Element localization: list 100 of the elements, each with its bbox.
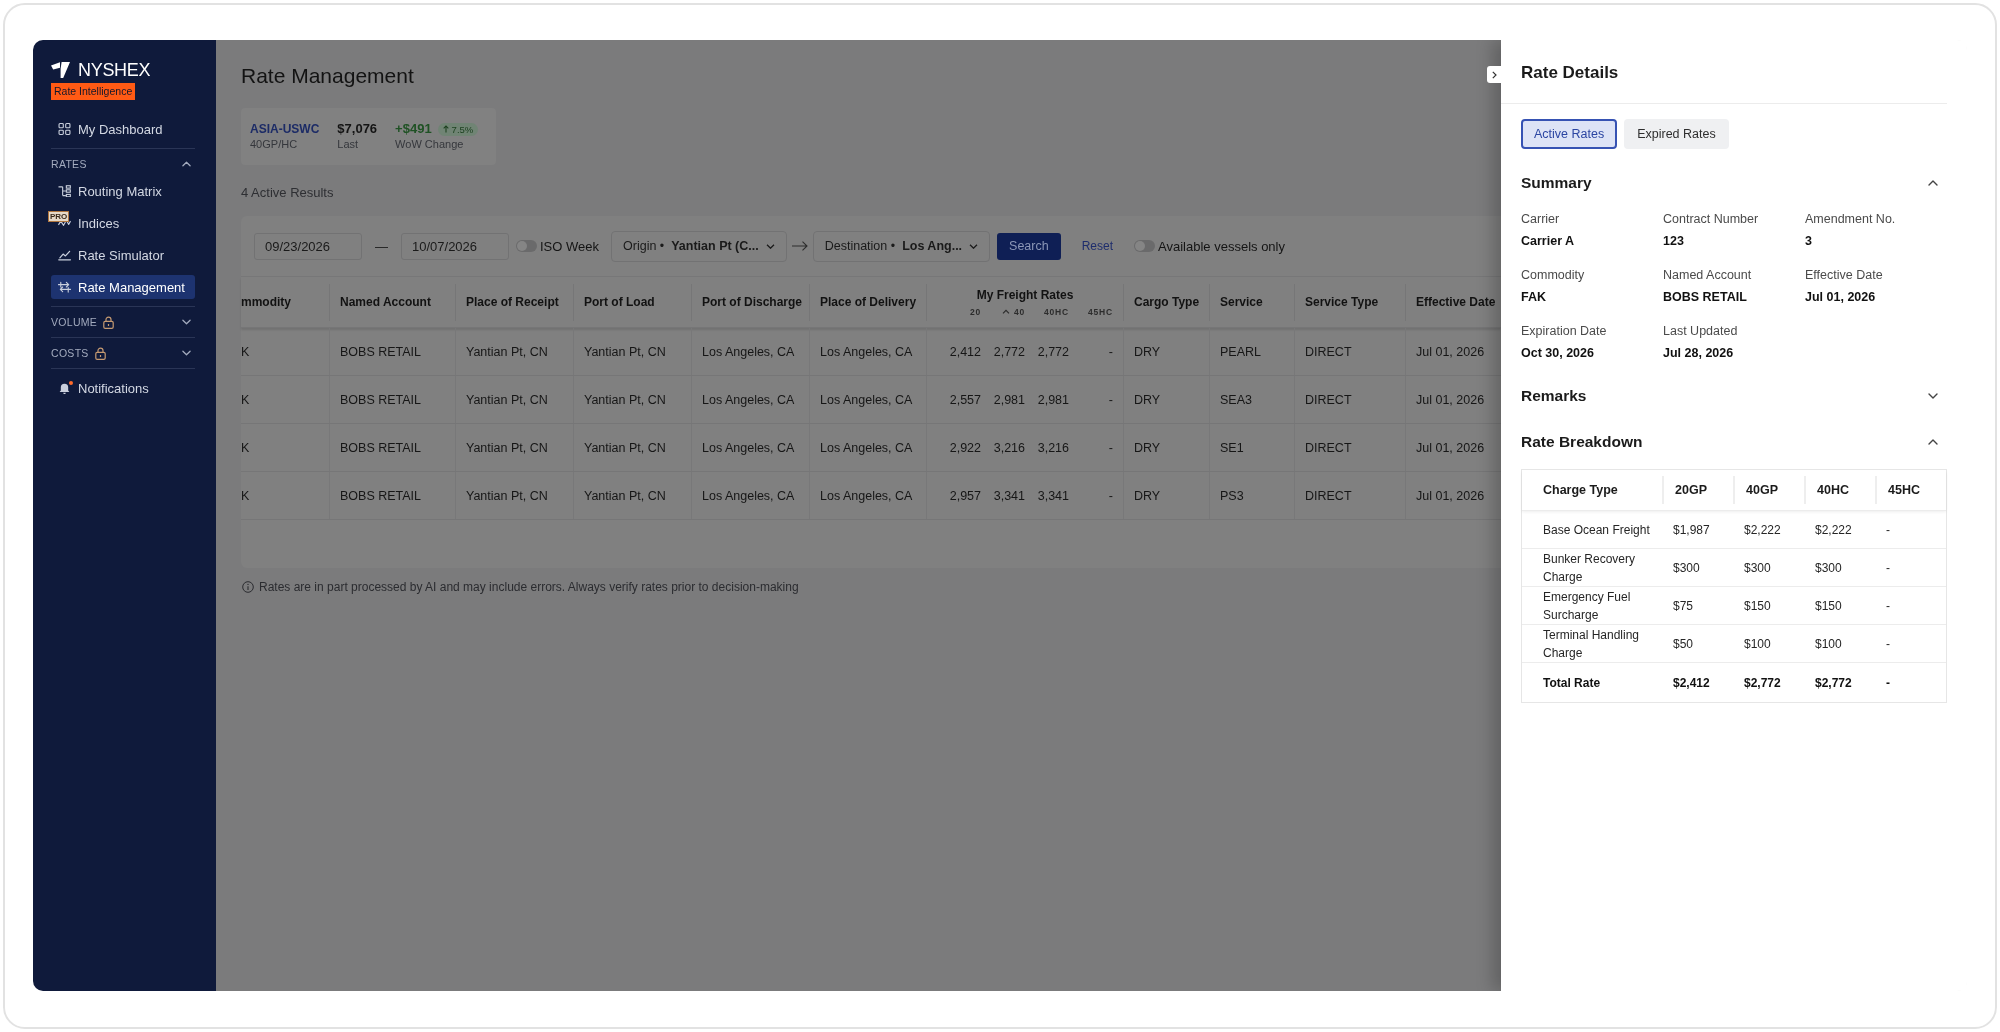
field-value: BOBS RETAIL <box>1663 289 1747 306</box>
date-input[interactable]: 10/07/2026 <box>401 232 509 260</box>
table-cell: SE1 <box>1209 424 1294 471</box>
chevron-up-icon[interactable] <box>182 161 191 167</box>
panel-title: Rate Details <box>1521 62 1620 84</box>
table-cell-text: $300 <box>1672 559 1701 577</box>
column-header[interactable]: 40HC <box>1025 306 1069 317</box>
column-header[interactable]: Place of Delivery <box>809 283 926 321</box>
disclaimer-text: Rates are in part processed by AI and may include errors. Always verify rates prior to decision-making <box>259 580 799 594</box>
section-title[interactable]: Remarks <box>1521 387 1587 405</box>
page-title: Rate Management <box>241 63 414 89</box>
stat-card[interactable]: ASIA-USWC 40GP/HC $7,076 Last +$491 7.5% WoW Change <box>241 108 496 165</box>
column-header[interactable]: Service <box>1209 283 1294 321</box>
toggle-switch[interactable] <box>516 240 537 252</box>
section-title[interactable]: Summary <box>1521 174 1592 192</box>
table-cell: BOBS RETAIL <box>329 472 455 519</box>
table-cell-text: 2,981 <box>1036 392 1069 407</box>
table-cell: Yantian Pt, CN <box>455 472 573 519</box>
total-cell-text: Total Rate <box>1542 674 1602 692</box>
nav-section-label[interactable]: VOLUME <box>51 316 98 328</box>
column-header[interactable]: Place of Receipt <box>455 283 573 321</box>
caret-down-icon <box>765 243 775 249</box>
column-header[interactable]: 40 <box>981 306 1025 317</box>
branch-icon <box>58 185 71 197</box>
bell-icon <box>58 382 71 394</box>
table-cell: Yantian Pt, CN <box>455 328 573 375</box>
origin-dropdown[interactable]: Origin • Yantian Pt (C... <box>611 230 787 262</box>
table-cell-text: K <box>241 391 251 409</box>
table-cell-text: 2,772 <box>992 344 1025 359</box>
nav-section-label[interactable]: COSTS <box>51 347 89 359</box>
table-cell: DRY <box>1123 472 1209 519</box>
column-header: 40GP <box>1733 476 1804 504</box>
arrows-icon <box>58 281 71 293</box>
column-header[interactable]: Service Type <box>1294 283 1405 321</box>
field-label: Contract Number <box>1663 211 1759 228</box>
table-cell-text: 2,772 <box>1036 344 1069 359</box>
chevron-up-icon[interactable] <box>1928 180 1938 186</box>
nav-item[interactable]: My Dashboard <box>51 117 195 141</box>
table-cell-text: - <box>1107 392 1113 407</box>
table-cell: Los Angeles, CA <box>809 424 926 471</box>
tab[interactable]: Active Rates <box>1521 119 1618 149</box>
column-header[interactable]: Named Account <box>329 283 455 321</box>
chevron-down-icon[interactable] <box>182 350 191 356</box>
table-cell: BOBS RETAIL <box>329 328 455 375</box>
column-header[interactable]: Port of Discharge <box>691 283 809 321</box>
table-cell-text: $2,222 <box>1743 521 1782 539</box>
table-cell-text: $1,987 <box>1672 521 1711 539</box>
field-value: Jul 28, 2026 <box>1663 345 1734 362</box>
table-cell-text: - <box>1885 521 1891 539</box>
total-cell-text: $2,412 <box>1672 674 1711 692</box>
line-chart-icon <box>58 249 71 261</box>
nav-item[interactable]: Routing Matrix <box>51 179 195 203</box>
table-cell-text: $2,222 <box>1814 521 1853 539</box>
stat-label: Last <box>337 137 360 152</box>
change-value: +$491 <box>395 121 432 137</box>
column-header[interactable]: Port of Load <box>573 283 691 321</box>
column-header[interactable]: 20 <box>937 306 981 317</box>
column-header[interactable]: Cargo Type <box>1123 283 1209 321</box>
chevron-up-icon[interactable] <box>1928 439 1938 445</box>
total-cell-text: - <box>1885 674 1891 692</box>
pro-badge: PRO <box>48 210 70 222</box>
toggle-switch[interactable] <box>1134 240 1156 252</box>
column-header[interactable]: 45HC <box>1069 306 1113 317</box>
nav-item[interactable]: PRO Indices <box>51 211 195 235</box>
tab[interactable]: Expired Rates <box>1624 119 1729 149</box>
price-value: $7,076 <box>337 121 378 137</box>
chevron-down-icon[interactable] <box>1928 393 1938 399</box>
nav-section-label[interactable]: RATES <box>51 158 87 170</box>
reset-link[interactable]: Reset <box>1081 239 1114 253</box>
table-cell-text: K <box>241 343 251 361</box>
field-label: Named Account <box>1663 267 1752 284</box>
total-cell-text: $2,772 <box>1814 674 1853 692</box>
logo-icon <box>51 62 70 78</box>
table-cell-text: 3,341 <box>992 488 1025 503</box>
field-label: Amendment No. <box>1805 211 1896 228</box>
table-cell-text: - <box>1885 559 1891 577</box>
nav-item[interactable]: Notifications <box>51 376 195 400</box>
table-cell-text: 2,981 <box>992 392 1025 407</box>
table-cell-text: 3,216 <box>1036 440 1069 455</box>
table-cell: DIRECT <box>1294 376 1405 423</box>
destination-dropdown[interactable]: Destination • Los Ang... <box>812 230 991 262</box>
table-cell-text: K <box>241 487 251 505</box>
chevron-down-icon[interactable] <box>182 319 191 325</box>
table-cell-text: $100 <box>1814 635 1843 653</box>
date-input[interactable]: 09/23/2026 <box>254 232 362 260</box>
column-header[interactable]: mmodity <box>241 283 329 321</box>
column-header: 40HC <box>1804 476 1875 504</box>
search-button[interactable]: Search <box>997 232 1061 260</box>
table-cell-text: - <box>1885 635 1891 653</box>
table-cell: Los Angeles, CA <box>691 328 809 375</box>
nav-item[interactable]: Rate Management <box>51 275 195 299</box>
field-label: Last Updated <box>1663 323 1738 340</box>
section-title[interactable]: Rate Breakdown <box>1521 433 1643 451</box>
nav-item[interactable]: Rate Simulator <box>51 243 195 267</box>
table-cell: SEA3 <box>1209 376 1294 423</box>
table-cell-text: 2,412 <box>948 344 981 359</box>
table-cell-text: $300 <box>1814 559 1843 577</box>
collapse-panel-button[interactable] <box>1487 66 1501 83</box>
table-cell: Los Angeles, CA <box>809 328 926 375</box>
range-separator: — <box>375 238 388 254</box>
